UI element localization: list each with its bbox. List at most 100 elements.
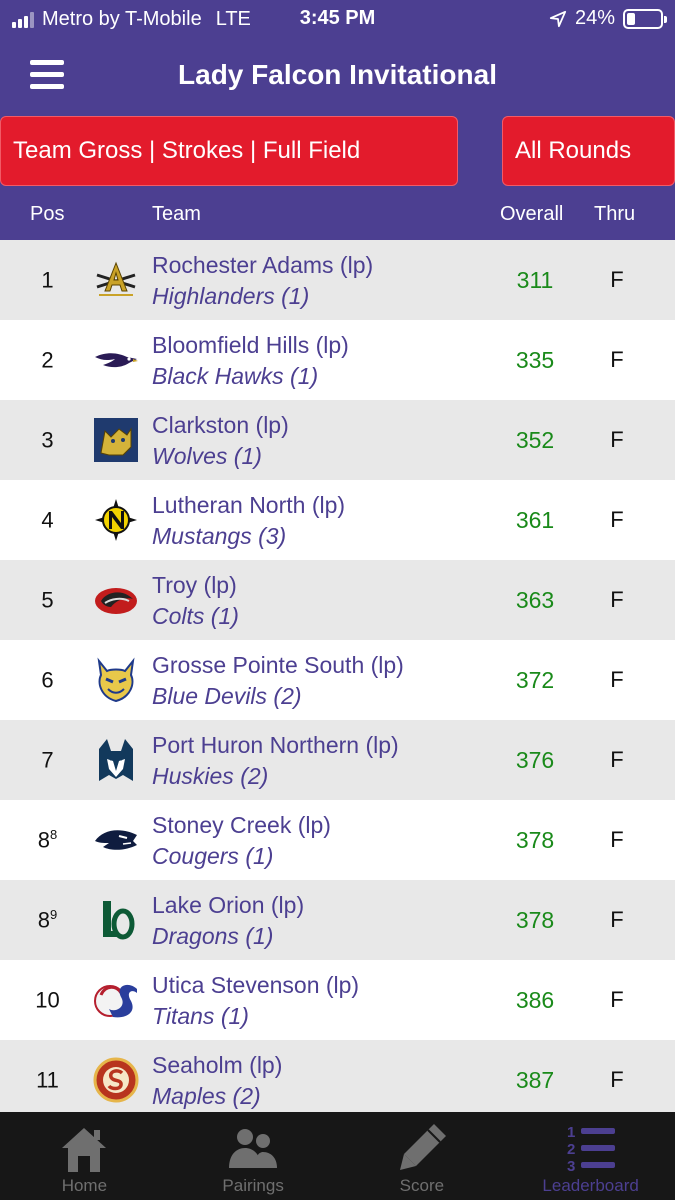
overall-score: 361 (515, 507, 555, 533)
team-name[interactable]: Bloomfield Hills (lp) (152, 332, 349, 359)
team-mascot: Titans (1) (152, 1003, 249, 1029)
row-position: 5 (0, 587, 95, 613)
column-thru[interactable]: Thru (594, 203, 635, 226)
table-row[interactable]: 3 Clarkston (lp) Wolves (1) 352 F (0, 400, 675, 480)
position-number: 11 (36, 1067, 59, 1093)
table-row[interactable]: 1 Rochester Adams (lp) Highlanders (1) 311 F (0, 240, 675, 320)
position-number: 7 (41, 747, 54, 773)
position-number: 5 (41, 587, 54, 613)
team-name[interactable]: Lutheran North (lp) (152, 492, 345, 519)
tab-label: Pairings (222, 1176, 284, 1195)
thru-status: F (610, 747, 624, 772)
filter-bar: Team Gross | Strokes | Full Field All Ro… (0, 114, 675, 188)
team-name[interactable]: Rochester Adams (lp) (152, 252, 373, 279)
overall-score: 311 (516, 267, 554, 293)
team-name[interactable]: Port Huron Northern (lp) (152, 732, 399, 759)
bottom-tab-bar: Home Pairings Score 1 2 3 Leaderboard (0, 1112, 675, 1200)
lutheran-north-logo-icon (93, 497, 139, 543)
colts-logo-icon (93, 577, 139, 623)
table-row[interactable]: 10 Utica Stevenson (lp) Titans (1) 386 F (0, 960, 675, 1040)
scoring-type-filter-button[interactable]: Team Gross | Strokes | Full Field (0, 116, 458, 186)
column-pos[interactable]: Pos (30, 203, 64, 226)
battery-percent: 24% (574, 7, 615, 29)
row-position: 1 (0, 267, 95, 293)
table-row[interactable]: 88 Stoney Creek (lp) Cougers (1) 378 F (0, 800, 675, 880)
team-mascot: Maples (2) (152, 1083, 261, 1109)
table-row[interactable]: 6 Grosse Pointe South (lp) Blue Devils (2)… (0, 640, 675, 720)
overall-score: 378 (515, 907, 555, 933)
svg-text:1: 1 (567, 1124, 575, 1141)
table-row[interactable]: 4 Lutheran North (lp) Mustangs (3) 361 F (0, 480, 675, 560)
table-row[interactable]: 7 Port Huron Northern (lp) Huskies (2) 376 F (0, 720, 675, 800)
rounds-filter-button[interactable]: All Rounds (502, 116, 675, 186)
team-mascot: Huskies (2) (152, 763, 269, 789)
tab-pairings[interactable]: Pairings (169, 1112, 338, 1200)
tab-score[interactable]: Score (338, 1112, 507, 1200)
table-row[interactable]: 89 Lake Orion (lp) Dragons (1) 378 F (0, 880, 675, 960)
row-position: 6 (0, 667, 95, 693)
thru-status: F (610, 1067, 624, 1092)
thru-status: F (610, 267, 624, 292)
husky-logo-icon (93, 737, 139, 783)
tab-home[interactable]: Home (0, 1112, 169, 1200)
overall-score: 376 (515, 747, 555, 773)
column-overall[interactable]: Overall (500, 203, 563, 226)
cougar-logo-icon (93, 817, 139, 863)
tab-label: Score (399, 1176, 445, 1195)
overall-score: 335 (515, 347, 555, 373)
table-row[interactable]: 2 Bloomfield Hills (lp) Black Hawks (1) 335… (0, 320, 675, 400)
position-tie-marker: 9 (50, 907, 58, 922)
battery-icon (623, 8, 667, 29)
pairings-icon (225, 1120, 281, 1176)
team-name[interactable]: Troy (lp) (152, 572, 237, 599)
team-name[interactable]: Stoney Creek (lp) (152, 812, 331, 839)
position-number: 2 (41, 347, 54, 373)
overall-score: 352 (515, 427, 555, 453)
black-hawk-logo-icon (93, 337, 139, 383)
team-name[interactable]: Seaholm (lp) (152, 1052, 282, 1079)
leaderboard-list[interactable]: 1 Rochester Adams (lp) Highlanders (1) 311 F… (0, 240, 675, 1112)
blue-devil-logo-icon (93, 657, 139, 703)
team-mascot: Blue Devils (2) (152, 683, 302, 709)
position-number: 8 (37, 907, 50, 933)
overall-score: 372 (515, 667, 555, 693)
row-position: 4 (0, 507, 95, 533)
overall-score: 387 (515, 1067, 555, 1093)
team-mascot: Colts (1) (152, 603, 239, 629)
svg-text:3: 3 (567, 1158, 575, 1175)
position-number: 6 (41, 667, 54, 693)
svg-text:2: 2 (567, 1141, 575, 1158)
tab-label: Leaderboard (542, 1176, 639, 1195)
thru-status: F (610, 667, 624, 692)
thru-status: F (610, 427, 624, 452)
thru-status: F (610, 587, 624, 612)
rochester-adams-logo-icon (93, 257, 139, 303)
column-team[interactable]: Team (152, 203, 201, 226)
row-position: 11 (0, 1067, 95, 1093)
team-name[interactable]: Grosse Pointe South (lp) (152, 652, 404, 679)
team-name[interactable]: Clarkston (lp) (152, 412, 289, 439)
team-name[interactable]: Utica Stevenson (lp) (152, 972, 359, 999)
position-number: 10 (35, 987, 60, 1013)
status-right: 24% (549, 7, 667, 30)
row-position: 7 (0, 747, 95, 773)
table-row[interactable]: 5 Troy (lp) Colts (1) 363 F (0, 560, 675, 640)
thru-status: F (610, 907, 624, 932)
team-name[interactable]: Lake Orion (lp) (152, 892, 304, 919)
row-position: 10 (0, 987, 95, 1013)
overall-score: 363 (515, 587, 555, 613)
lake-orion-logo-icon (93, 897, 139, 943)
tab-leaderboard[interactable]: 1 2 3 Leaderboard (506, 1112, 675, 1200)
team-mascot: Wolves (1) (152, 443, 262, 469)
thru-status: F (610, 987, 624, 1012)
team-mascot: Cougers (1) (152, 843, 274, 869)
leaderboard-icon: 123 (563, 1120, 619, 1176)
overall-score: 386 (515, 987, 555, 1013)
row-position: 3 (0, 427, 95, 453)
location-arrow-icon (549, 10, 567, 27)
table-row[interactable]: 11 Seaholm (lp) Maples (2) 387 F (0, 1040, 675, 1112)
position-tie-marker: 8 (50, 827, 58, 842)
thru-status: F (610, 347, 624, 372)
team-mascot: Highlanders (1) (152, 283, 310, 309)
page-title: Lady Falcon Invitational (178, 59, 497, 90)
